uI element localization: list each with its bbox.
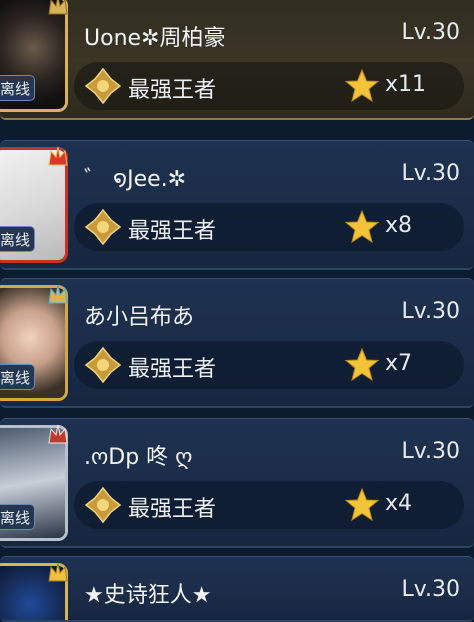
rank-name: 最强王者	[128, 219, 217, 244]
offline-tag: 离线	[0, 364, 35, 390]
player-row[interactable]: 离线 .ოDp 咚 ღ Lv.30 最强王者 x4	[0, 418, 474, 548]
rank-name: 最强王者	[128, 78, 217, 103]
rank-bar: 最强王者 x8	[74, 203, 464, 251]
player-level: Lv.30	[401, 161, 460, 186]
crown-frame-icon	[48, 284, 68, 304]
offline-tag: 离线	[0, 75, 35, 101]
player-row[interactable]: 离线 Uone✲周柏豪 Lv.30 最强王者 x11	[0, 0, 474, 120]
star-icon	[344, 68, 380, 103]
player-level: Lv.30	[401, 20, 460, 45]
player-name: ★史诗狂人★	[84, 583, 212, 608]
king-rank-emblem-icon	[84, 346, 122, 384]
rank-bar: 最强王者 x7	[74, 341, 464, 389]
king-rank-emblem-icon	[84, 208, 122, 246]
offline-tag: 离线	[0, 504, 35, 530]
rank-name: 最强王者	[128, 497, 217, 522]
star-count: x11	[385, 72, 427, 97]
star-count: x8	[385, 213, 413, 238]
star-icon	[344, 487, 380, 522]
star-icon	[344, 347, 380, 382]
player-name: .ოDp 咚 ღ	[84, 445, 193, 470]
player-row[interactable]: 离线 ゛ ໑Jee.✲ Lv.30 最强王者 x8	[0, 140, 474, 270]
player-level: Lv.30	[401, 577, 460, 602]
king-rank-emblem-icon	[84, 486, 122, 524]
star-count: x4	[385, 491, 413, 516]
player-level: Lv.30	[401, 439, 460, 464]
crown-frame-icon	[48, 146, 68, 166]
player-list: 离线 Uone✲周柏豪 Lv.30 最强王者 x11 离线 ゛ ໑Jee.✲ L…	[0, 0, 474, 622]
star-icon	[344, 209, 380, 244]
crown-frame-icon	[48, 0, 68, 15]
offline-tag: 离线	[0, 226, 35, 252]
rank-bar: 最强王者 x11	[74, 62, 464, 110]
player-name: Uone✲周柏豪	[84, 26, 226, 51]
rank-name: 最强王者	[128, 357, 217, 382]
player-row[interactable]: ★史诗狂人★ Lv.30	[0, 556, 474, 622]
player-name: ゛ ໑Jee.✲	[84, 167, 187, 192]
crown-frame-icon	[48, 424, 68, 444]
king-rank-emblem-icon	[84, 67, 122, 105]
player-name: あ小吕布あ	[84, 305, 195, 330]
rank-bar: 最强王者 x4	[74, 481, 464, 529]
crown-frame-icon	[48, 562, 68, 582]
player-row[interactable]: 离线 あ小吕布あ Lv.30 最强王者 x7	[0, 278, 474, 408]
star-count: x7	[385, 351, 413, 376]
player-level: Lv.30	[401, 299, 460, 324]
